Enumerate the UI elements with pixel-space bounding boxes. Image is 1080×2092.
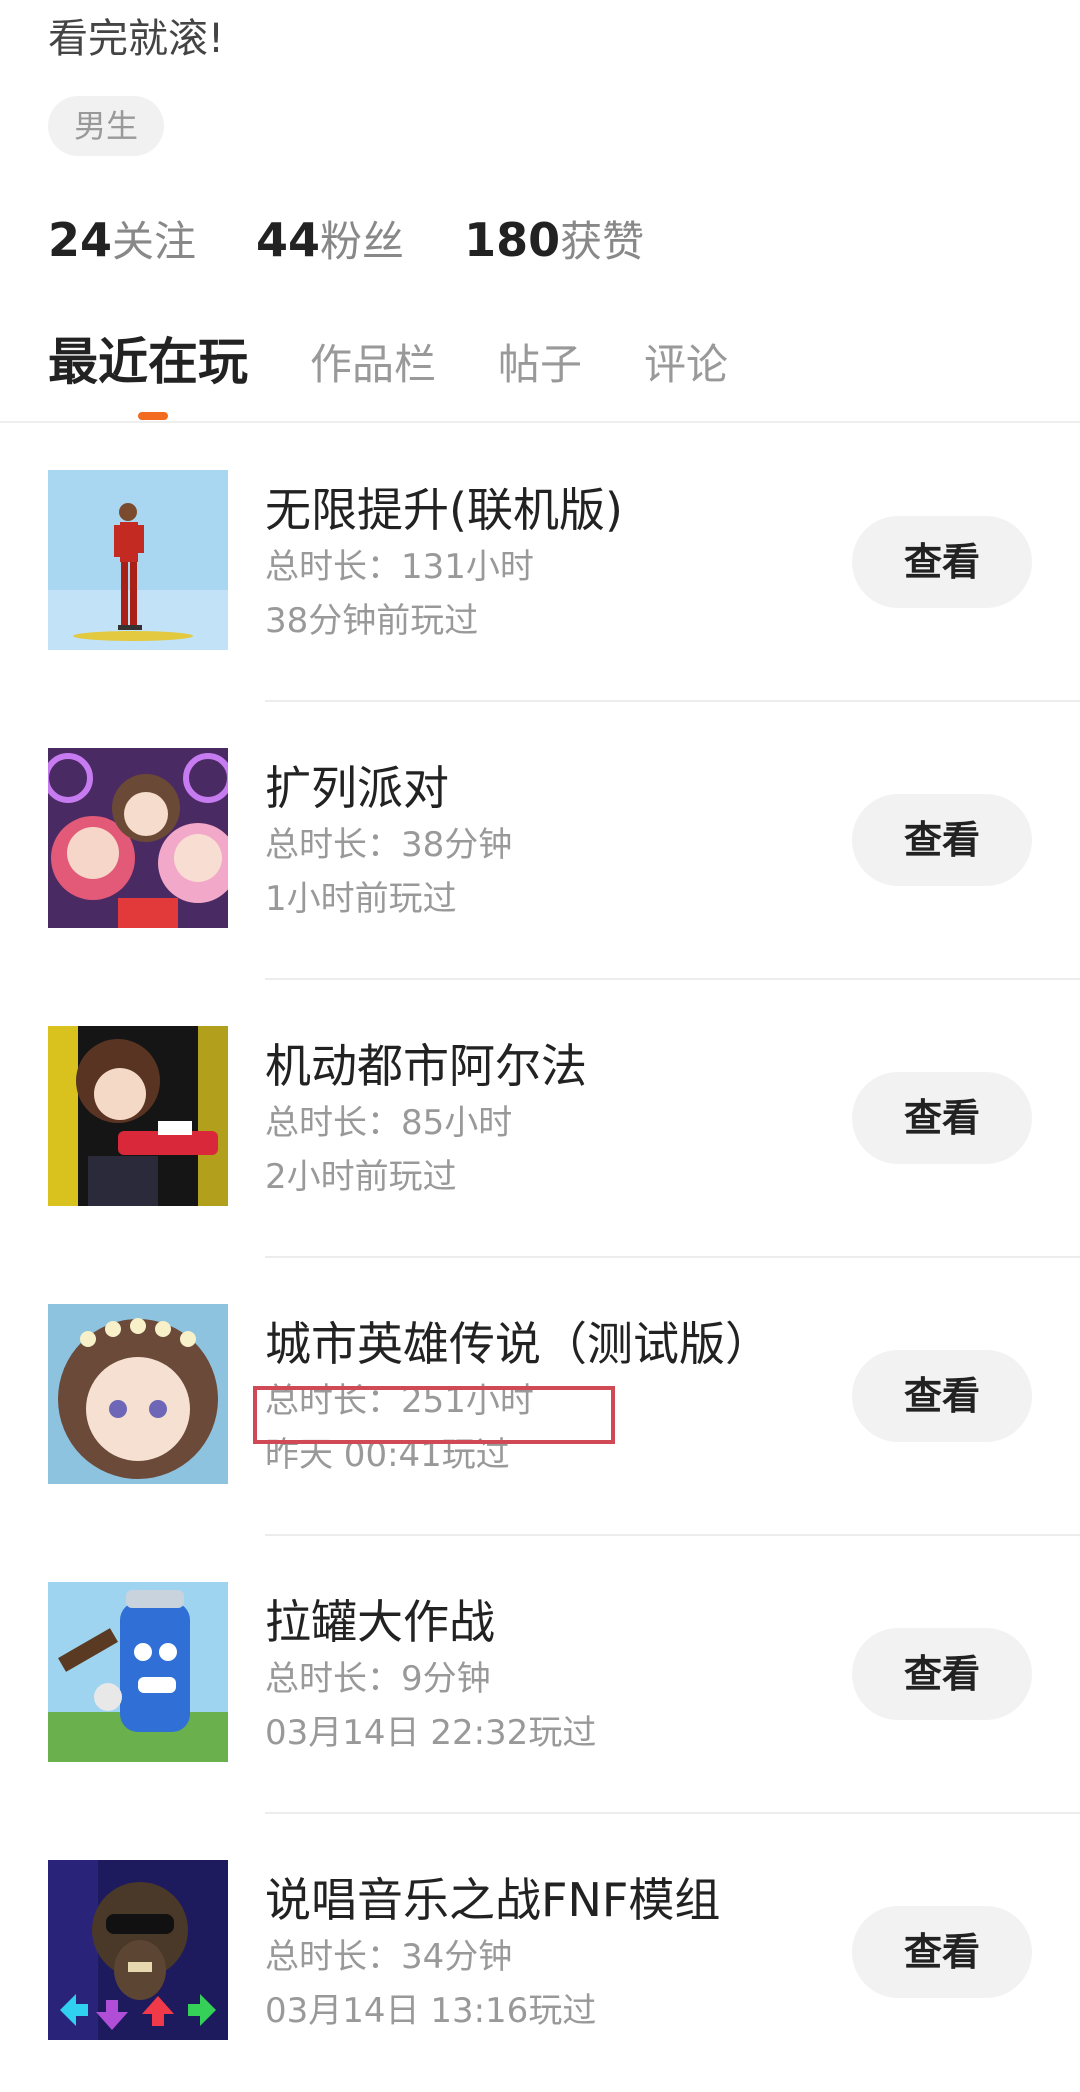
stat-followers[interactable]: 44 粉丝 bbox=[256, 208, 404, 269]
active-tab-indicator bbox=[138, 412, 168, 420]
game-last-played: 03月14日 13:16玩过 bbox=[265, 1991, 597, 2031]
game-total-duration: 总时长：9分钟 bbox=[265, 1659, 491, 1699]
game-item[interactable]: 拉罐大作战 总时长：9分钟 03月14日 22:32玩过 查看 bbox=[0, 1536, 1080, 1814]
game-thumbnail-chengshi[interactable] bbox=[48, 1304, 228, 1484]
stat-count: 44 bbox=[256, 213, 321, 267]
tab-recently-played[interactable]: 最近在玩 bbox=[48, 322, 248, 394]
highlight-box-annotation bbox=[253, 1386, 615, 1444]
game-name: 城市英雄传说（测试版） bbox=[265, 1317, 771, 1371]
game-total-duration: 总时长：34分钟 bbox=[265, 1937, 513, 1977]
game-name: 拉罐大作战 bbox=[265, 1595, 495, 1649]
game-item[interactable]: 机动都市阿尔法 总时长：85小时 2小时前玩过 查看 bbox=[0, 980, 1080, 1258]
game-last-played: 1小时前玩过 bbox=[265, 879, 457, 919]
view-button[interactable]: 查看 bbox=[852, 516, 1032, 608]
view-button[interactable]: 查看 bbox=[852, 1628, 1032, 1720]
tabs-divider bbox=[0, 421, 1080, 423]
stat-likes[interactable]: 180 获赞 bbox=[464, 208, 644, 269]
game-total-duration: 总时长：131小时 bbox=[265, 547, 534, 587]
stat-label: 粉丝 bbox=[320, 217, 405, 266]
game-last-played: 2小时前玩过 bbox=[265, 1157, 457, 1197]
game-name: 机动都市阿尔法 bbox=[265, 1039, 587, 1093]
game-name: 说唱音乐之战FNF模组 bbox=[265, 1873, 721, 1927]
game-thumbnail-jidong[interactable] bbox=[48, 1026, 228, 1206]
stat-label: 获赞 bbox=[560, 217, 645, 266]
recent-games-list: 无限提升(联机版) 总时长：131小时 38分钟前玩过 查看 扩列派对 总时长：… bbox=[0, 424, 1080, 2092]
profile-tabs: 最近在玩 作品栏 帖子 评论 bbox=[48, 322, 790, 394]
view-button[interactable]: 查看 bbox=[852, 1350, 1032, 1442]
profile-stats: 24 关注 44 粉丝 180 获赞 bbox=[48, 208, 704, 269]
game-item[interactable]: 说唱音乐之战FNF模组 总时长：34分钟 03月14日 13:16玩过 查看 bbox=[0, 1814, 1080, 2092]
view-button[interactable]: 查看 bbox=[852, 1072, 1032, 1164]
game-name: 无限提升(联机版) bbox=[265, 483, 623, 537]
game-item[interactable]: 无限提升(联机版) 总时长：131小时 38分钟前玩过 查看 bbox=[0, 424, 1080, 702]
game-total-duration: 总时长：38分钟 bbox=[265, 825, 513, 865]
tab-comments[interactable]: 评论 bbox=[644, 331, 728, 392]
stat-count: 180 bbox=[464, 213, 561, 267]
game-thumbnail-kuolie[interactable] bbox=[48, 748, 228, 928]
game-thumbnail-laguan[interactable] bbox=[48, 1582, 228, 1762]
tab-works[interactable]: 作品栏 bbox=[310, 331, 436, 392]
game-last-played: 03月14日 22:32玩过 bbox=[265, 1713, 597, 1753]
game-last-played: 38分钟前玩过 bbox=[265, 601, 479, 641]
game-name: 扩列派对 bbox=[265, 761, 449, 815]
game-item[interactable]: 扩列派对 总时长：38分钟 1小时前玩过 查看 bbox=[0, 702, 1080, 980]
gender-tag: 男生 bbox=[48, 96, 165, 156]
stat-count: 24 bbox=[48, 213, 113, 267]
view-button[interactable]: 查看 bbox=[852, 794, 1032, 886]
tab-posts[interactable]: 帖子 bbox=[498, 331, 582, 392]
game-thumbnail-fnf[interactable] bbox=[48, 1860, 228, 2040]
game-total-duration: 总时长：85小时 bbox=[265, 1103, 513, 1143]
stat-following[interactable]: 24 关注 bbox=[48, 208, 196, 269]
profile-bio: 看完就滚! bbox=[48, 16, 225, 62]
view-button[interactable]: 查看 bbox=[852, 1906, 1032, 1998]
stat-label: 关注 bbox=[112, 217, 197, 266]
game-thumbnail-wuxian[interactable] bbox=[48, 470, 228, 650]
